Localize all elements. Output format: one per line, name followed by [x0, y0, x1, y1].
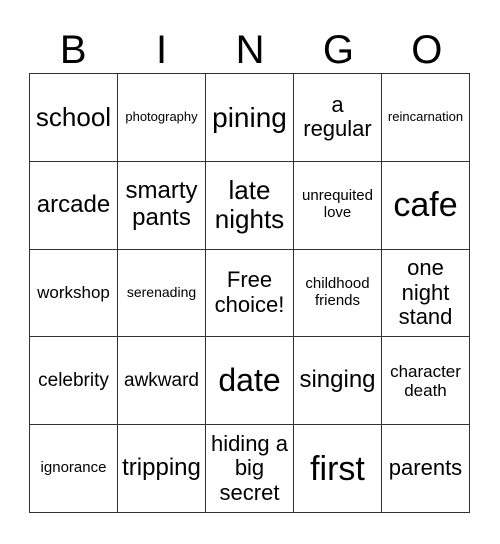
bingo-cell[interactable]: celebrity — [30, 337, 118, 426]
bingo-cell[interactable]: first — [294, 425, 382, 513]
bingo-cell[interactable]: arcade — [30, 161, 118, 250]
header-letter-i: I — [156, 28, 168, 72]
bingo-cell[interactable]: school — [30, 74, 118, 162]
bingo-grid: school photography pining a regular rein… — [29, 73, 470, 513]
header-letter-o: O — [411, 28, 443, 72]
bingo-cell[interactable]: childhood friends — [294, 249, 382, 338]
bingo-cell[interactable]: serenading — [118, 249, 206, 338]
bingo-cell[interactable]: singing — [294, 337, 382, 426]
bingo-cell[interactable]: tripping — [118, 425, 206, 513]
bingo-cell[interactable]: workshop — [30, 249, 118, 338]
bingo-cell[interactable]: late nights — [206, 161, 294, 250]
bingo-cell free-space[interactable]: Free choice! — [206, 249, 294, 338]
bingo-cell[interactable]: ignorance — [30, 425, 118, 513]
bingo-cell[interactable]: one night stand — [382, 249, 470, 338]
bingo-cell[interactable]: pining — [206, 74, 294, 162]
bingo-cell[interactable]: awkward — [118, 337, 206, 426]
header-letter-b: B — [59, 28, 87, 72]
bingo-cell[interactable]: a regular — [294, 74, 382, 162]
header-letter-g: G — [322, 28, 354, 72]
bingo-cell[interactable]: character death — [382, 337, 470, 426]
bingo-cell[interactable]: smarty pants — [118, 161, 206, 250]
bingo-header: B I N G O — [29, 28, 471, 72]
bingo-cell[interactable]: photography — [118, 74, 206, 162]
bingo-cell[interactable]: reincarnation — [382, 74, 470, 162]
header-letter-n: N — [235, 28, 265, 72]
bingo-cell[interactable]: hiding a big secret — [206, 425, 294, 513]
bingo-cell[interactable]: date — [206, 337, 294, 426]
bingo-cell[interactable]: cafe — [382, 161, 470, 250]
bingo-cell[interactable]: unrequited love — [294, 161, 382, 250]
bingo-cell[interactable]: parents — [382, 425, 470, 513]
